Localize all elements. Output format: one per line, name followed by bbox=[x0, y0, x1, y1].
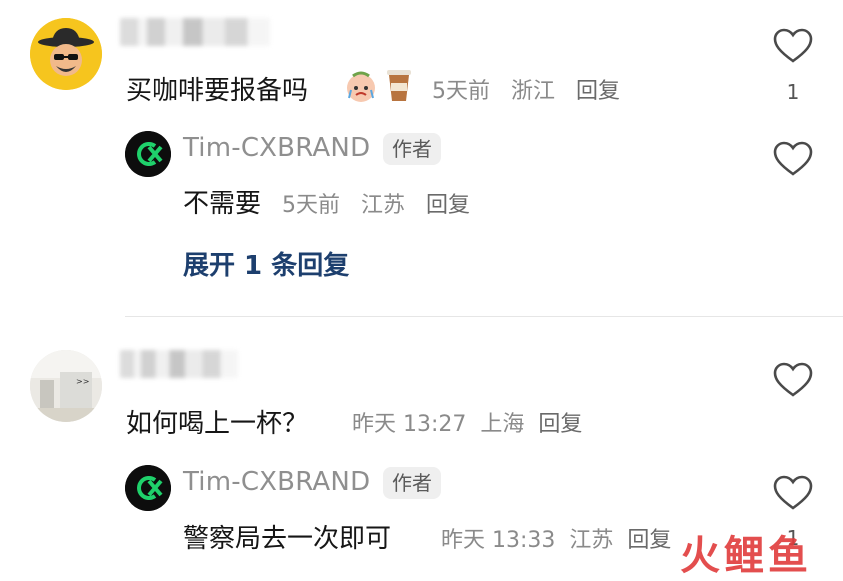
user-avatar[interactable]: >> bbox=[30, 350, 102, 422]
like-button[interactable] bbox=[773, 141, 813, 181]
cx-logo-icon bbox=[125, 465, 171, 511]
reply-meta: 5天前 江苏 回复 bbox=[282, 187, 470, 219]
comment-location: 上海 bbox=[480, 412, 525, 437]
sheriff-avatar-icon bbox=[30, 18, 102, 90]
like-button[interactable] bbox=[773, 28, 813, 68]
reply-time: 昨天 13:33 bbox=[441, 528, 556, 553]
reply-time: 5天前 bbox=[282, 193, 340, 218]
author-badge: 作者 bbox=[383, 133, 441, 165]
comment-location: 浙江 bbox=[510, 79, 555, 104]
comment-time: 5天前 bbox=[432, 79, 490, 104]
like-button[interactable] bbox=[773, 362, 813, 402]
author-badge: 作者 bbox=[383, 467, 441, 499]
expand-replies-button[interactable]: 展开 1 条回复 bbox=[183, 245, 349, 282]
reply-link[interactable]: 回复 bbox=[576, 79, 620, 104]
reply-location: 江苏 bbox=[569, 528, 614, 553]
reply-link[interactable]: 回复 bbox=[426, 193, 470, 218]
heart-icon bbox=[773, 141, 813, 176]
like-button[interactable] bbox=[773, 475, 813, 515]
user-name-blurred[interactable] bbox=[120, 18, 270, 46]
author-avatar[interactable] bbox=[125, 131, 171, 177]
crying-face-emoji bbox=[343, 68, 379, 104]
comment-meta: 5天前 浙江 回复 bbox=[432, 73, 620, 105]
comment-text: 如何喝上一杯？ bbox=[126, 409, 309, 439]
reply-link[interactable]: 回复 bbox=[627, 528, 671, 553]
user-avatar[interactable] bbox=[30, 18, 102, 90]
comment-time: 昨天 13:27 bbox=[352, 412, 467, 437]
cx-logo-icon bbox=[125, 131, 171, 177]
watermark-logo: 火鲤鱼 bbox=[680, 533, 812, 579]
author-name[interactable]: Tim-CXBRAND bbox=[183, 467, 370, 497]
reply-text: 警察局去一次即可 bbox=[183, 524, 392, 554]
comment-text: 买咖啡要报备吗 bbox=[126, 76, 309, 106]
reply-link[interactable]: 回复 bbox=[538, 412, 582, 437]
author-avatar[interactable] bbox=[125, 465, 171, 511]
reply-location: 江苏 bbox=[360, 193, 405, 218]
heart-icon bbox=[773, 28, 813, 63]
heart-icon bbox=[773, 362, 813, 397]
comment-meta: 昨天 13:27 上海 回复 bbox=[352, 406, 582, 438]
photo-avatar-icon: >> bbox=[30, 350, 102, 422]
coffee-cup-emoji bbox=[383, 66, 415, 104]
author-name[interactable]: Tim-CXBRAND bbox=[183, 133, 370, 163]
reply-text: 不需要 bbox=[183, 189, 262, 219]
heart-icon bbox=[773, 475, 813, 510]
user-name-blurred[interactable] bbox=[120, 350, 238, 378]
svg-text:>>: >> bbox=[76, 377, 89, 386]
like-count: 1 bbox=[786, 80, 800, 104]
comment-divider bbox=[125, 316, 843, 317]
reply-meta: 昨天 13:33 江苏 回复 bbox=[441, 522, 671, 554]
